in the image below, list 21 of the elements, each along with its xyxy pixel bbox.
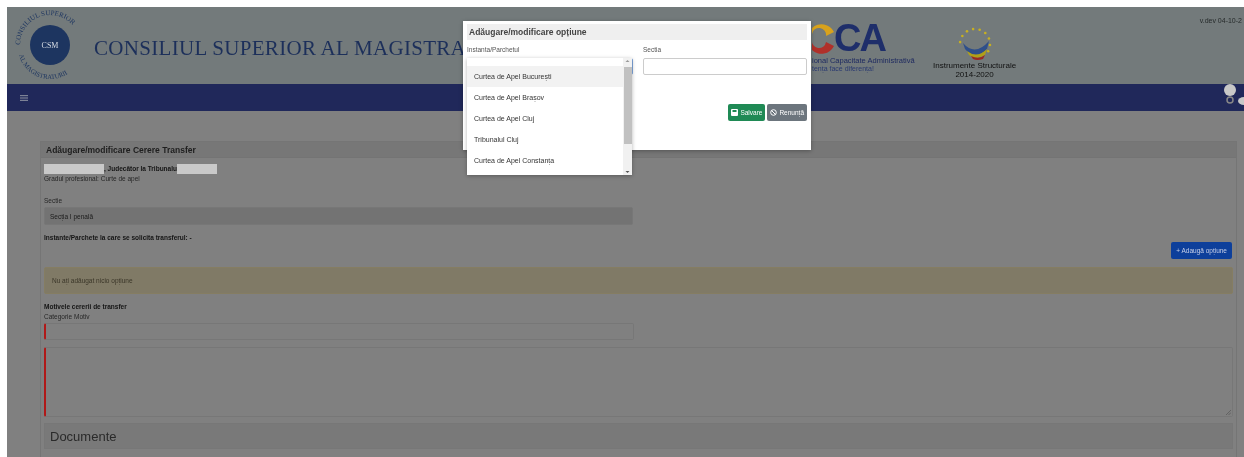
resize-grip-icon[interactable]	[1226, 410, 1231, 415]
card-title: Adăugare/modificare Cerere Transfer	[46, 144, 196, 155]
reason-textarea[interactable]	[44, 347, 1233, 417]
logo-caption: Instrumente Structurale	[933, 61, 1017, 70]
user-avatar-icon[interactable]	[1224, 83, 1244, 106]
scrollbar-thumb[interactable]	[623, 67, 632, 144]
redaction-block	[44, 163, 104, 174]
menu-icon[interactable]	[20, 94, 28, 101]
redaction-block	[176, 163, 217, 174]
section-title: Documente	[50, 428, 117, 444]
category-select[interactable]	[44, 323, 634, 340]
scroll-up-icon[interactable]	[623, 58, 632, 64]
logo-lettering: CA	[834, 20, 885, 56]
section-input[interactable]	[643, 58, 807, 75]
ban-icon	[770, 109, 778, 116]
scrollbar[interactable]	[623, 58, 632, 175]
logo-caption: 2014-2020	[955, 70, 994, 79]
site-title: CONSILIUL SUPERIOR AL MAGISTRA	[94, 36, 467, 60]
poca-logo-icon	[812, 22, 834, 54]
dialog-title: Adăugare/modificare opțiune	[469, 27, 587, 37]
scroll-down-icon[interactable]	[623, 169, 632, 175]
